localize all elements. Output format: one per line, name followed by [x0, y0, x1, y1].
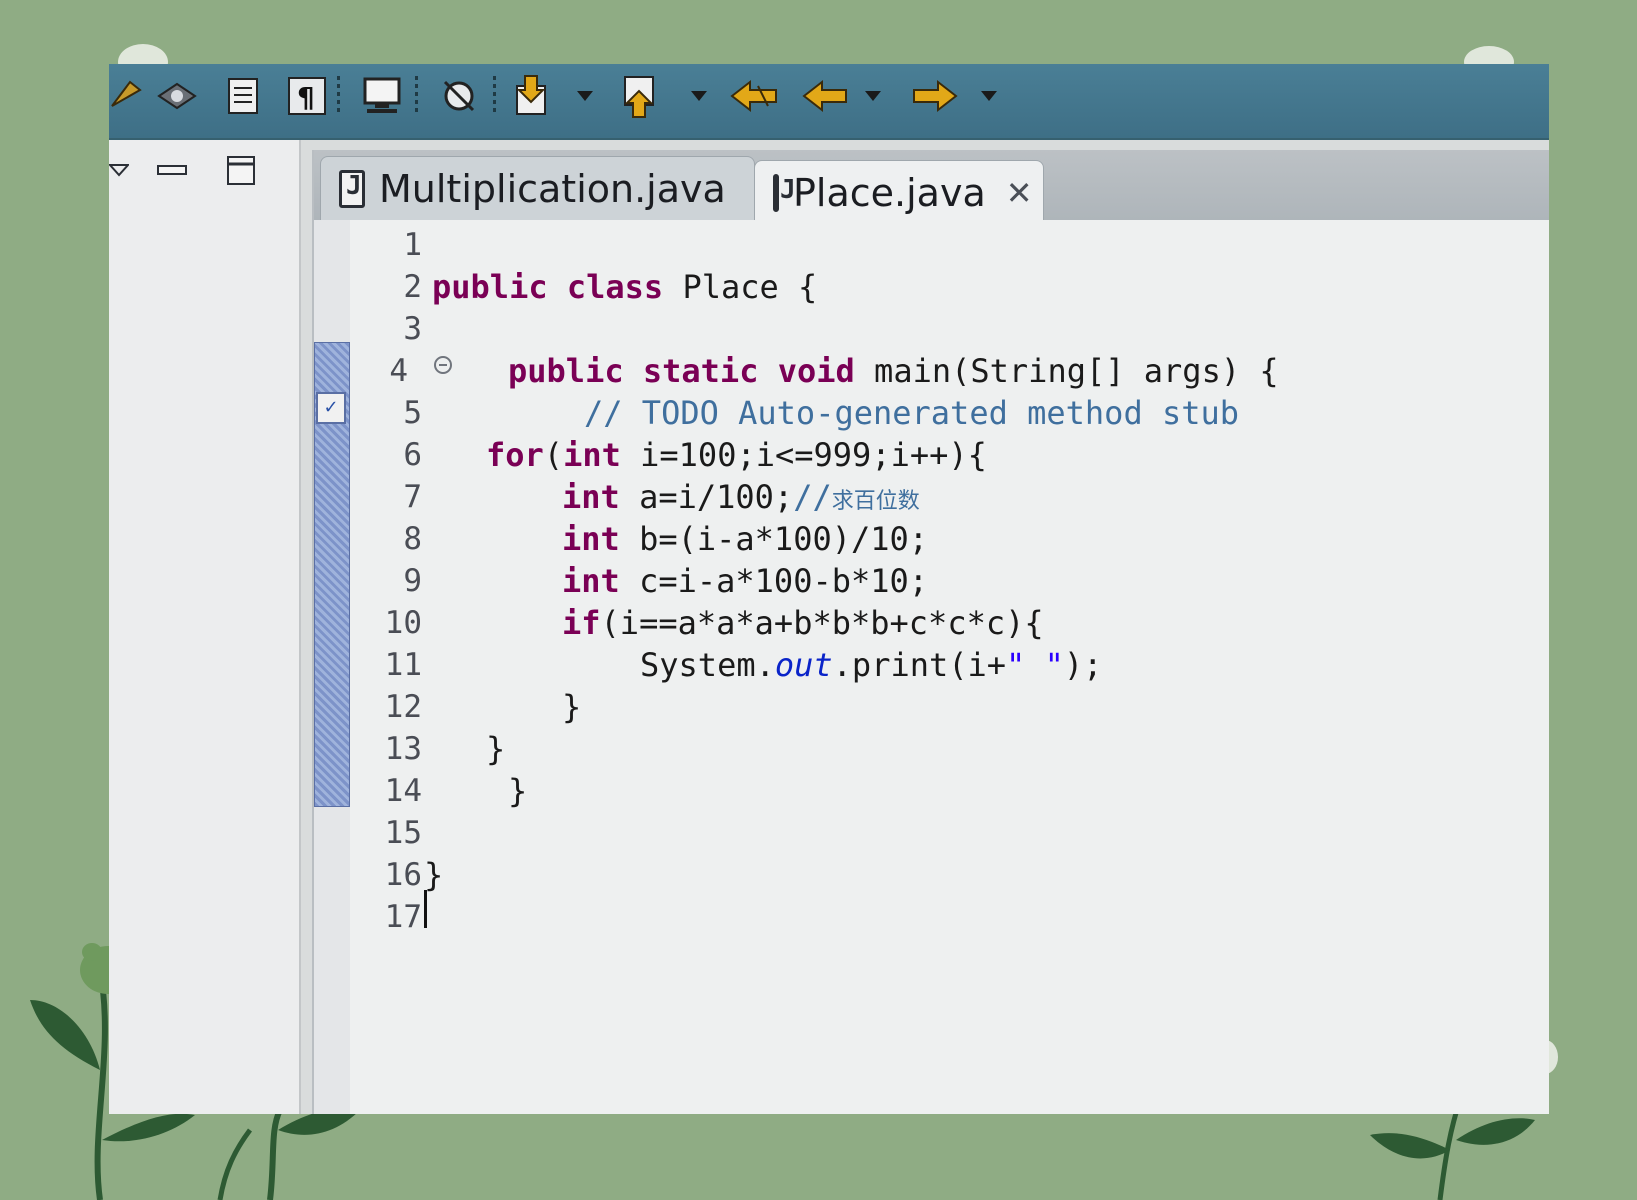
console-icon[interactable] — [359, 74, 407, 118]
forward-dropdown-icon[interactable] — [977, 74, 1001, 118]
line-number: 14 — [384, 773, 422, 809]
code-line-8: int b=(i-a*100)/10; — [562, 518, 928, 560]
skip-breakpoints-icon[interactable] — [435, 74, 483, 118]
line-number: 10 — [384, 605, 422, 641]
outline-icon[interactable] — [221, 74, 265, 118]
code-text-span: c=i-a*100-b*10; — [619, 562, 929, 600]
close-icon[interactable]: ✕ — [1006, 174, 1033, 212]
code-text-span: System. — [640, 646, 775, 684]
editor-tab-bar: Multiplication.java Place.java ✕ — [314, 150, 1549, 224]
text-caret — [424, 890, 427, 928]
back-icon[interactable] — [799, 74, 851, 118]
line-number: 1 — [403, 227, 422, 263]
code-line-4: public static void main(String[] args) { — [508, 350, 1279, 392]
tab-multiplication-java[interactable]: Multiplication.java — [320, 156, 755, 220]
code-text-span: ); — [1063, 646, 1103, 684]
code-text-span: ( — [543, 436, 564, 474]
svg-text:¶: ¶ — [297, 81, 315, 114]
previous-annotation-dropdown-icon[interactable] — [687, 74, 711, 118]
code-editor[interactable]: ✓ 1 2 3 4 5 6 7 8 9 10 11 12 13 14 15 16… — [314, 220, 1549, 1114]
tab-place-java[interactable]: Place.java ✕ — [754, 160, 1044, 224]
minimize-icon[interactable] — [157, 162, 187, 182]
keyword: int — [563, 436, 621, 474]
main-toolbar: ¶ — [109, 64, 1549, 140]
code-text-span: (i==a*a*a+b*b*b+c*c*c){ — [600, 604, 1044, 642]
toolbar-separator — [493, 76, 496, 116]
comment-cjk: 求百位数 — [831, 489, 920, 514]
toolbar-separator — [415, 76, 418, 116]
line-number: 3 — [403, 311, 422, 347]
line-number: 7 — [403, 479, 422, 515]
keyword: int — [562, 562, 620, 600]
keyword: int — [562, 478, 620, 516]
keyword: if — [562, 604, 601, 642]
code-text-span: Place { — [663, 268, 818, 306]
line-number: 11 — [384, 647, 422, 683]
keyword: public static void — [508, 352, 855, 390]
run-icon[interactable] — [109, 74, 145, 118]
line-number: 9 — [403, 563, 422, 599]
code-line-13: } — [486, 730, 506, 768]
ide-screen: ¶ J Multiplication.java J Place.java ✕ ✓… — [109, 64, 1549, 1114]
line-number: 4 — [389, 353, 408, 389]
toolbar-separator — [337, 76, 340, 116]
java-file-icon — [339, 169, 365, 208]
keyword: public class — [432, 268, 664, 306]
string-literal: " " — [1006, 646, 1064, 684]
editor-pane: Multiplication.java Place.java ✕ ✓ 1 2 3… — [312, 150, 1549, 1114]
line-number: 5 — [403, 395, 422, 431]
workbench-area: Multiplication.java Place.java ✕ ✓ 1 2 3… — [109, 140, 1549, 1114]
line-number: 13 — [384, 731, 422, 767]
code-line-9: int c=i-a*100-b*10; — [562, 560, 928, 602]
line-number-gutter: 1 2 3 4 5 6 7 8 9 10 11 12 13 14 15 16 1 — [350, 220, 452, 1114]
line-number: 15 — [384, 815, 422, 851]
line-number: 16 — [384, 857, 422, 893]
code-line-12: } — [562, 688, 582, 726]
left-view-panel — [109, 140, 301, 1114]
code-line-10: if(i==a*a*a+b*b*b+c*c*c){ — [562, 602, 1044, 644]
previous-annotation-icon[interactable] — [615, 74, 663, 118]
comment: // — [793, 478, 832, 516]
debug-icon[interactable] — [153, 74, 201, 118]
pilcrow-icon[interactable]: ¶ — [285, 74, 329, 118]
java-file-icon — [773, 173, 796, 212]
line-number: 8 — [403, 521, 422, 557]
line-number: 12 — [384, 689, 422, 725]
code-text-span: main(String[] args) { — [854, 352, 1279, 390]
code-text-span: a=i/100; — [619, 478, 794, 516]
code-line-11: System.out.print(i+" "); — [640, 644, 1102, 686]
field-reference: out — [774, 646, 833, 684]
code-text-span: i=100;i<=999;i++){ — [620, 436, 987, 474]
line-number: 17 — [384, 899, 422, 935]
next-annotation-dropdown-icon[interactable] — [573, 74, 597, 118]
tab-label: Place.java — [793, 170, 986, 215]
code-text-span: b=(i-a*100)/10; — [619, 520, 929, 558]
code-line-2: public class Place { — [432, 266, 817, 308]
view-menu-icon[interactable] — [109, 162, 131, 182]
keyword: for — [486, 436, 544, 474]
keyword: int — [562, 520, 620, 558]
tab-label: Multiplication.java — [379, 166, 726, 211]
code-line-14: } — [508, 772, 528, 810]
code-line-7: int a=i/100;//求百位数 — [562, 476, 920, 518]
next-annotation-icon[interactable] — [507, 74, 555, 118]
code-text-span: .print(i+ — [832, 646, 1007, 684]
maximize-icon[interactable] — [227, 156, 255, 190]
code-line-5: // TODO Auto-generated method stub — [584, 394, 1240, 432]
line-number: 6 — [403, 437, 422, 473]
code-line-6: for(int i=100;i<=999;i++){ — [486, 434, 987, 476]
back-dropdown-icon[interactable] — [861, 74, 885, 118]
line-number: 2 — [403, 269, 422, 305]
forward-icon[interactable] — [909, 74, 961, 118]
last-edit-location-icon[interactable] — [727, 74, 783, 118]
code-text[interactable]: public class Place { public static void … — [424, 220, 1532, 1114]
